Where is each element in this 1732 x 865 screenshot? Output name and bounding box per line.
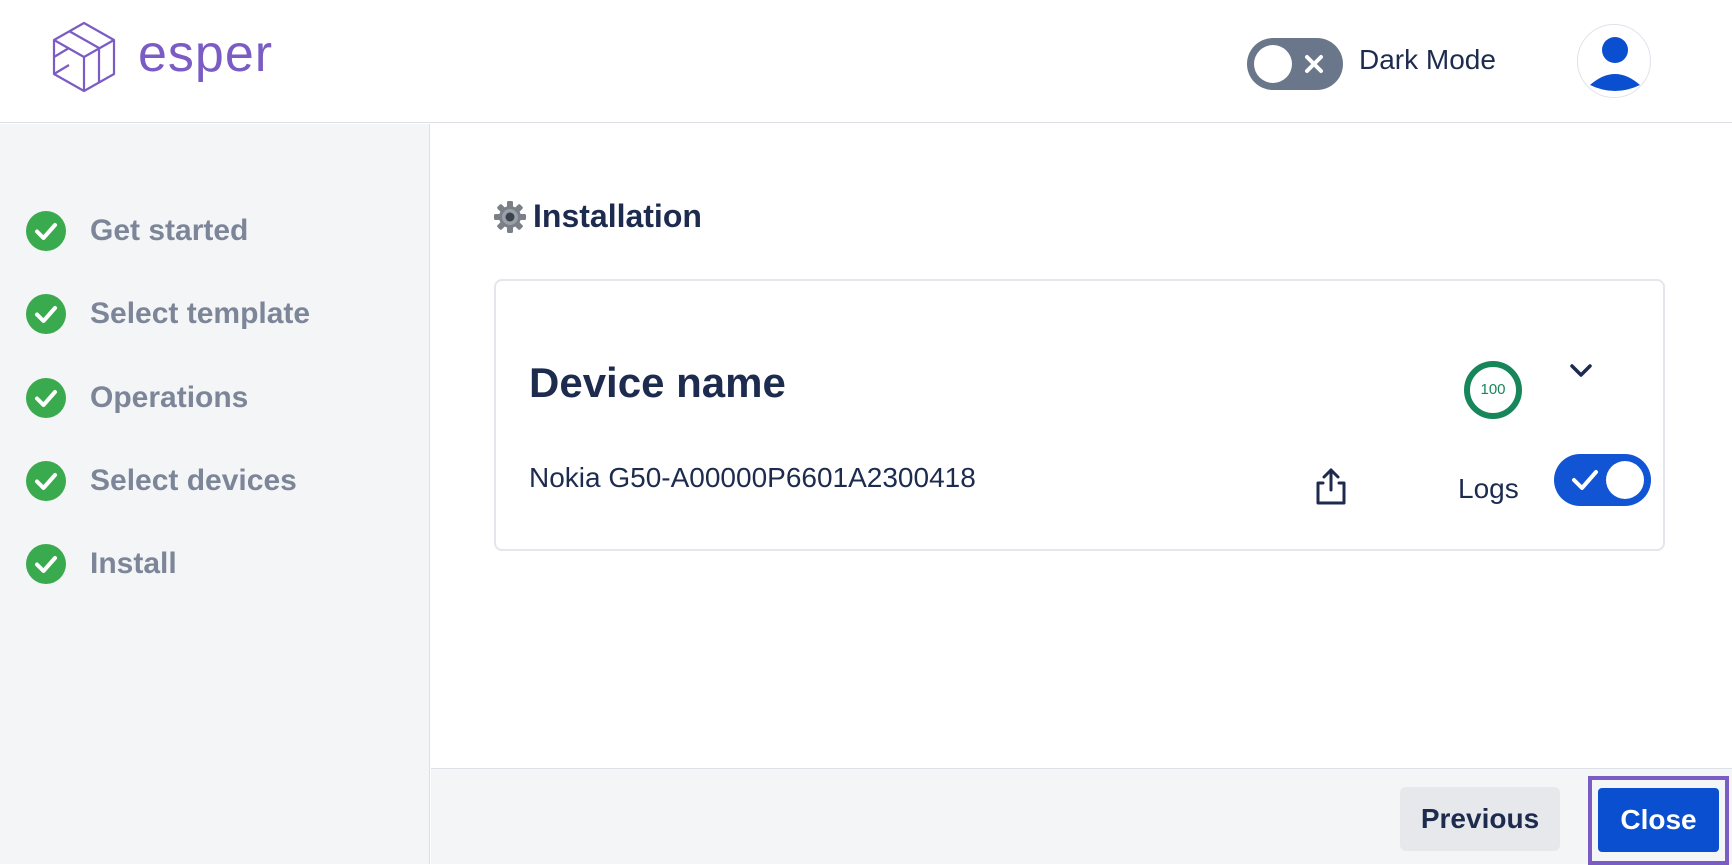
logo-text: esper	[138, 25, 274, 83]
step-label: Select devices	[90, 464, 297, 497]
user-icon	[1590, 37, 1640, 91]
section-title: Installation	[493, 198, 702, 235]
step-label: Operations	[90, 381, 249, 414]
close-button-focus-outline: Close	[1588, 776, 1729, 865]
app-header: esper Dark Mode	[0, 0, 1732, 123]
progress-indicator: 100	[1463, 360, 1523, 420]
share-icon[interactable]	[1314, 466, 1348, 506]
step-install[interactable]: Install	[26, 542, 177, 586]
progress-value: 100	[1480, 381, 1506, 398]
previous-button[interactable]: Previous	[1400, 787, 1560, 851]
page-title: Installation	[533, 198, 702, 234]
step-label: Get started	[90, 214, 249, 247]
step-label: Select template	[90, 297, 311, 330]
check-circle-icon	[26, 294, 66, 334]
step-get-started[interactable]: Get started	[26, 209, 248, 253]
chevron-down-icon[interactable]	[1567, 361, 1595, 381]
esper-logo-icon	[52, 21, 116, 93]
gear-icon	[494, 200, 526, 233]
close-icon	[1305, 55, 1323, 73]
step-operations[interactable]: Operations	[26, 376, 248, 420]
logs-toggle[interactable]	[1554, 454, 1651, 506]
toggle-knob	[1254, 45, 1292, 83]
step-select-template[interactable]: Select template	[26, 292, 310, 336]
main-content: Installation Device name 100 Nokia G50-A…	[431, 124, 1732, 768]
step-label: Install	[90, 547, 177, 580]
check-circle-icon	[26, 544, 66, 584]
esper-logo[interactable]: esper	[50, 20, 273, 94]
dark-mode-toggle[interactable]	[1247, 38, 1343, 90]
check-circle-icon	[26, 461, 66, 501]
device-name-heading: Device name	[529, 359, 786, 406]
step-select-devices[interactable]: Select devices	[26, 459, 297, 503]
device-identifier: Nokia G50-A00000P6601A2300418	[529, 462, 976, 493]
close-button[interactable]: Close	[1598, 788, 1719, 852]
device-card: Device name 100 Nokia G50-A00000P6601A23…	[494, 279, 1665, 551]
check-circle-icon	[26, 211, 66, 251]
user-avatar[interactable]	[1577, 24, 1651, 98]
logs-label: Logs	[1458, 473, 1519, 504]
check-icon	[1572, 470, 1598, 490]
wizard-footer: Previous Close	[431, 768, 1732, 865]
toggle-knob	[1606, 461, 1644, 499]
check-circle-icon	[26, 378, 66, 418]
dark-mode-label: Dark Mode	[1359, 44, 1496, 75]
wizard-steps-sidebar: Get started Select template Operations S…	[0, 124, 430, 864]
